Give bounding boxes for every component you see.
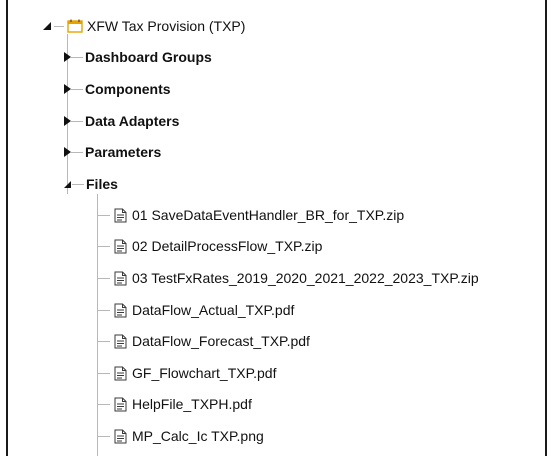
tree-node-data-adapters[interactable]: Data Adapters <box>64 109 179 133</box>
file-name: MP_Calc_Ic TXP.png <box>132 428 264 444</box>
file-item[interactable]: DataFlow_Forecast_TXP.pdf <box>98 329 310 353</box>
tree-connector <box>71 120 83 122</box>
tree-node-dashboard-groups[interactable]: Dashboard Groups <box>64 45 212 69</box>
file-item[interactable]: 01 SaveDataEventHandler_BR_for_TXP.zip <box>98 203 404 227</box>
tree-connector <box>98 309 110 311</box>
file-name: GF_Flowchart_TXP.pdf <box>132 365 277 381</box>
expand-arrow-icon[interactable] <box>64 116 71 126</box>
tree-connector <box>98 340 110 342</box>
expand-arrow-icon[interactable] <box>64 147 71 157</box>
tree-node-label: Dashboard Groups <box>85 49 212 65</box>
document-icon <box>112 207 128 223</box>
tree-connector <box>98 403 110 405</box>
calendar-folder-icon <box>66 18 84 34</box>
tree-node-files[interactable]: Files <box>63 172 118 196</box>
file-item[interactable]: 02 DetailProcessFlow_TXP.zip <box>98 234 322 258</box>
tree-node-label: Data Adapters <box>85 113 180 129</box>
expand-arrow-icon[interactable] <box>64 52 71 62</box>
tree-node-components[interactable]: Components <box>64 77 171 101</box>
expand-arrow-icon[interactable] <box>64 84 71 94</box>
tree-node-parameters[interactable]: Parameters <box>64 140 161 164</box>
tree-node-root[interactable]: XFW Tax Provision (TXP) <box>40 14 245 38</box>
tree-connector <box>72 183 84 185</box>
collapse-arrow-icon[interactable] <box>63 179 72 189</box>
tree-connector <box>98 435 110 437</box>
file-item[interactable]: MP_Calc_Ic TXP.png <box>98 424 264 448</box>
document-icon <box>112 302 128 318</box>
document-icon <box>112 396 128 412</box>
tree-node-label: Parameters <box>85 144 162 160</box>
tree-connector <box>71 88 83 90</box>
document-icon <box>112 270 128 286</box>
tree-connector <box>98 214 110 216</box>
tree-connector <box>98 245 110 247</box>
file-name: DataFlow_Actual_TXP.pdf <box>132 302 295 318</box>
file-name: HelpFile_TXPH.pdf <box>132 396 252 412</box>
tree-node-label: Components <box>85 81 171 97</box>
file-name: 02 DetailProcessFlow_TXP.zip <box>132 238 323 254</box>
file-name: 03 TestFxRates_2019_2020_2021_2022_2023_… <box>132 270 479 286</box>
collapse-arrow-icon[interactable] <box>40 19 54 33</box>
file-item[interactable]: DataFlow_Actual_TXP.pdf <box>98 298 294 322</box>
tree-connector <box>98 372 110 374</box>
document-icon <box>112 428 128 444</box>
file-item[interactable]: 03 TestFxRates_2019_2020_2021_2022_2023_… <box>98 266 479 290</box>
file-item[interactable]: HelpFile_TXPH.pdf <box>98 392 252 416</box>
document-icon <box>112 333 128 349</box>
file-item[interactable]: GF_Flowchart_TXP.pdf <box>98 361 276 385</box>
tree-connector <box>54 26 64 27</box>
tree-view-panel: XFW Tax Provision (TXP) Dashboard Groups… <box>6 0 547 456</box>
file-name: DataFlow_Forecast_TXP.pdf <box>132 333 310 349</box>
document-icon <box>112 238 128 254</box>
tree-connector <box>98 277 110 279</box>
document-icon <box>112 365 128 381</box>
file-name: 01 SaveDataEventHandler_BR_for_TXP.zip <box>132 207 405 223</box>
tree-connector <box>71 151 83 153</box>
tree-node-label: XFW Tax Provision (TXP) <box>87 18 246 34</box>
tree-node-label: Files <box>86 176 118 192</box>
tree-connector <box>71 56 83 58</box>
